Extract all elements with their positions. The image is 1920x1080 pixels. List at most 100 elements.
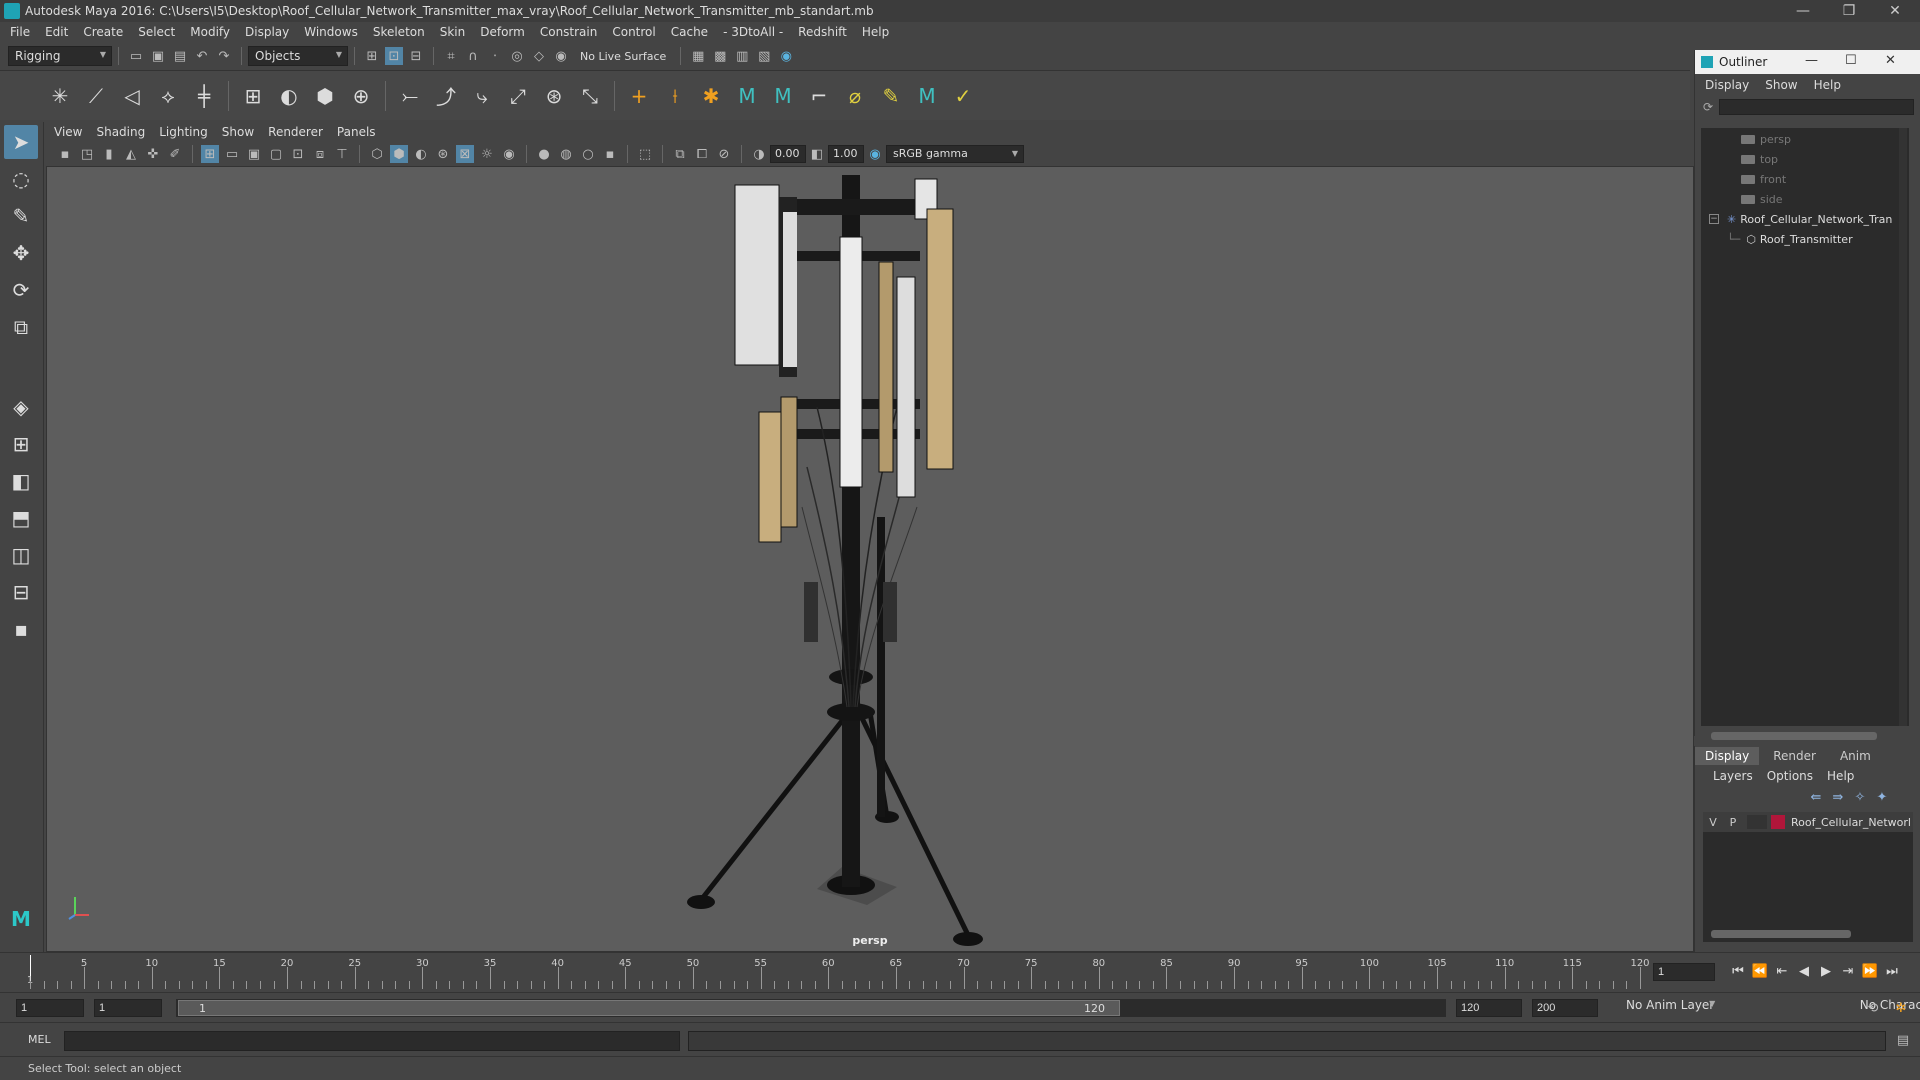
gate-mask-icon[interactable]: ▢ — [267, 145, 285, 163]
lattice-icon[interactable]: ⬢ — [310, 81, 340, 111]
panel-menu-panels[interactable]: Panels — [337, 125, 376, 139]
wireframe-on-shaded-icon[interactable]: ⊛ — [434, 145, 452, 163]
filter-icon[interactable]: ⟳ — [1703, 100, 1713, 114]
outliner-item-group[interactable]: − ✳ Roof_Cellular_Network_Tran — [1709, 210, 1892, 228]
resolution-gate-icon[interactable]: ▣ — [245, 145, 263, 163]
single-perspective-layout-icon[interactable]: ◈ — [4, 390, 38, 424]
menu-select[interactable]: Select — [138, 25, 175, 39]
persp-graph-outliner-layout-icon[interactable]: ◫ — [4, 538, 38, 572]
select-component-icon[interactable]: ⊟ — [407, 47, 425, 65]
live-surface-label[interactable]: No Live Surface — [580, 50, 666, 63]
depth-of-field-icon[interactable]: ▪ — [601, 145, 619, 163]
new-layer-icon[interactable]: ✧ — [1851, 788, 1869, 806]
color-management-icon[interactable]: ◉ — [866, 145, 884, 163]
cluster-icon[interactable]: ◐ — [274, 81, 304, 111]
menu-edit[interactable]: Edit — [45, 25, 68, 39]
outliner-item-side[interactable]: side — [1741, 190, 1783, 208]
layer-menu-options[interactable]: Options — [1767, 769, 1813, 783]
layer-type-toggle[interactable] — [1747, 815, 1767, 829]
menu-skin[interactable]: Skin — [440, 25, 466, 39]
outliner-close-button[interactable]: ✕ — [1885, 53, 1896, 68]
new-scene-icon[interactable]: ▭ — [127, 47, 145, 65]
rotate-tool-icon[interactable]: ⟳ — [4, 273, 38, 307]
add-attribute-icon[interactable]: + — [624, 81, 654, 111]
sculpt-deformer-icon[interactable]: ⊕ — [346, 81, 376, 111]
move-layer-down-icon[interactable]: ⇛ — [1829, 788, 1847, 806]
ipr-render-icon[interactable]: ▩ — [711, 47, 729, 65]
parent-constraint-icon[interactable]: ⤚ — [395, 81, 425, 111]
select-tool-icon[interactable]: ➤ — [4, 125, 38, 159]
blank-shelf-icon[interactable]: ⌐ — [804, 81, 834, 111]
paint-select-tool-icon[interactable]: ✎ — [4, 199, 38, 233]
isolate-select-icon[interactable]: ⬚ — [636, 145, 654, 163]
render-settings-icon[interactable]: ▥ — [733, 47, 751, 65]
minimize-button[interactable]: — — [1780, 0, 1826, 22]
layer-visibility-toggle[interactable]: V — [1703, 816, 1723, 829]
menu-3dtoall[interactable]: - 3DtoAll - — [723, 25, 783, 39]
joint-tool-icon[interactable]: ✳ — [45, 81, 75, 111]
step-forward-icon[interactable]: ⏩ — [1860, 961, 1880, 981]
panel-menu-renderer[interactable]: Renderer — [268, 125, 323, 139]
menu-constrain[interactable]: Constrain — [540, 25, 598, 39]
save-scene-icon[interactable]: ▤ — [171, 47, 189, 65]
auto-key-icon[interactable]: ⟲ — [1864, 999, 1882, 1017]
animation-start-field[interactable] — [16, 999, 84, 1017]
redo-icon[interactable]: ↷ — [215, 47, 233, 65]
persp-graph-layout-icon[interactable]: ⬒ — [4, 501, 38, 535]
bind-skin-icon[interactable]: ⊞ — [238, 81, 268, 111]
menu-skeleton[interactable]: Skeleton — [373, 25, 425, 39]
current-frame-field[interactable] — [1653, 963, 1715, 981]
snap-view-plane-icon[interactable]: ◇ — [530, 47, 548, 65]
snap-live-icon[interactable]: ◉ — [552, 47, 570, 65]
lasso-tool-icon[interactable]: ◌ — [4, 162, 38, 196]
scale-constraint-icon[interactable]: ⤢ — [503, 81, 533, 111]
outliner-horizontal-scrollbar[interactable] — [1711, 732, 1877, 740]
menu-help[interactable]: Help — [862, 25, 889, 39]
step-forward-key-icon[interactable]: ⇥ — [1838, 961, 1858, 981]
layer-color-swatch[interactable] — [1771, 815, 1785, 829]
bookmark-icon[interactable]: ▮ — [100, 145, 118, 163]
outliner-menu-show[interactable]: Show — [1765, 78, 1797, 92]
playback-start-field[interactable] — [94, 999, 162, 1017]
select-object-icon[interactable]: ⊡ — [385, 47, 403, 65]
transmitter-model[interactable] — [47, 167, 1694, 952]
film-gate-icon[interactable]: ▭ — [223, 145, 241, 163]
outliner-vertical-scrollbar[interactable] — [1899, 128, 1907, 726]
four-view-layout-icon[interactable]: ⊞ — [4, 427, 38, 461]
timeline-ruler[interactable]: 1 51015202530354045505560657075808590951… — [27, 955, 1650, 989]
layer-playback-toggle[interactable]: P — [1723, 816, 1743, 829]
outliner-item-mesh[interactable]: └─ ⬡ Roof_Transmitter — [1727, 230, 1853, 248]
use-all-lights-icon[interactable]: ☼ — [478, 145, 496, 163]
ik-spline-icon[interactable]: ◁ — [117, 81, 147, 111]
outliner-minimize-button[interactable]: — — [1805, 53, 1818, 68]
menu-modify[interactable]: Modify — [190, 25, 230, 39]
check-tool-icon[interactable]: ✓ — [948, 81, 978, 111]
menu-windows[interactable]: Windows — [304, 25, 358, 39]
field-chart-icon[interactable]: ⊡ — [289, 145, 307, 163]
menu-create[interactable]: Create — [83, 25, 123, 39]
scale-tool-icon[interactable]: ⧉ — [4, 310, 38, 344]
step-back-key-icon[interactable]: ⇤ — [1772, 961, 1792, 981]
outliner-menu-display[interactable]: Display — [1705, 78, 1749, 92]
open-scene-icon[interactable]: ▣ — [149, 47, 167, 65]
tab-anim[interactable]: Anim — [1830, 747, 1881, 765]
exposure-field[interactable]: 0.00 — [770, 145, 806, 163]
xray-joints-icon[interactable]: ⧠ — [693, 145, 711, 163]
snap-grid-icon[interactable]: ⌗ — [442, 47, 460, 65]
menu-redshift[interactable]: Redshift — [798, 25, 847, 39]
persp-outliner-layout-icon[interactable]: ◧ — [4, 464, 38, 498]
hypershade-layout-icon[interactable]: ⊟ — [4, 575, 38, 609]
safe-title-icon[interactable]: ⊤ — [333, 145, 351, 163]
menu-cache[interactable]: Cache — [671, 25, 708, 39]
two-d-pan-zoom-icon[interactable]: ✜ — [144, 145, 162, 163]
panel-menu-view[interactable]: View — [54, 125, 82, 139]
more-layouts-icon[interactable]: ▪ — [4, 612, 38, 646]
point-constraint-icon[interactable]: ⤴ — [431, 81, 461, 111]
play-forwards-icon[interactable]: ▶ — [1816, 961, 1836, 981]
layer-horizontal-scrollbar[interactable] — [1711, 930, 1851, 938]
maximize-button[interactable]: ❐ — [1826, 0, 1872, 22]
anti-aliasing-icon[interactable]: ○ — [579, 145, 597, 163]
range-track[interactable]: 1 120 — [176, 999, 1446, 1017]
hypershade-icon[interactable]: ▧ — [755, 47, 773, 65]
range-handle[interactable]: 1 120 — [178, 1000, 1120, 1016]
